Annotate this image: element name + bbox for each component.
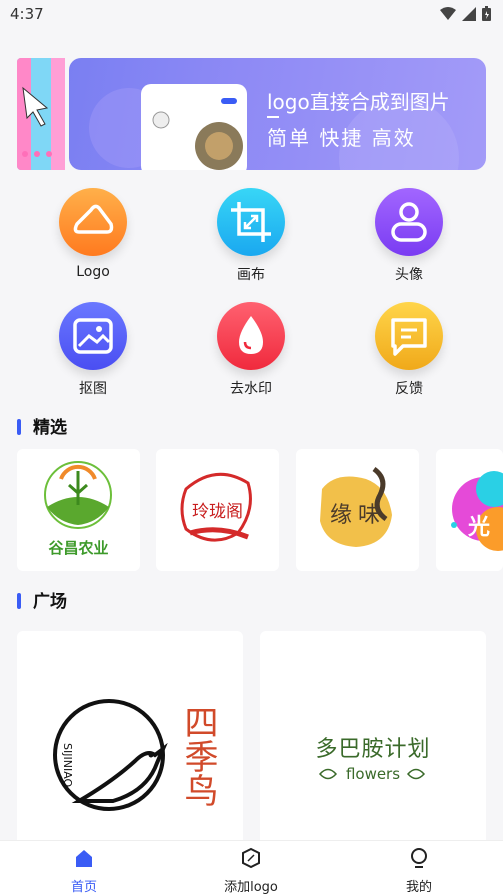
category-feedback[interactable]: 反馈 — [359, 302, 459, 398]
featured-section-title: 精选 — [17, 413, 67, 438]
category-label: 头像 — [395, 267, 423, 283]
featured-logo-card[interactable]: 谷昌农业 — [17, 449, 140, 571]
category-avatar[interactable]: 头像 — [359, 188, 459, 284]
tab-add-logo[interactable]: 添加logo — [201, 847, 301, 894]
featured-logo-name: 光 — [468, 515, 491, 540]
banner-subtitle: 简单 快捷 高效 — [267, 126, 416, 150]
image-icon — [73, 318, 113, 354]
featured-logo-card[interactable]: 光 — [436, 449, 503, 571]
plaza-logo-cn-name: 四季鸟 — [178, 705, 218, 807]
category-logo[interactable]: Logo — [43, 188, 143, 280]
bulb-icon — [411, 848, 427, 868]
tab-home[interactable]: 首页 — [34, 847, 134, 894]
plaza-logo-card[interactable]: SIJINIAO 四季鸟 — [17, 631, 243, 846]
category-remove-watermark[interactable]: 去水印 — [201, 302, 301, 398]
banner-title: logo直接合成到图片 — [267, 90, 450, 114]
plaza-logo-card[interactable]: 多巴胺计划 flowers — [260, 631, 486, 846]
category-label: 反馈 — [395, 381, 423, 397]
home-icon — [76, 850, 92, 867]
signal-icon — [462, 6, 476, 21]
featured-logo-name: 玲珑阁 — [192, 502, 243, 522]
leaf-icon — [406, 768, 426, 780]
banner-phone-illustration — [141, 84, 247, 170]
banner-prev-slide — [17, 58, 65, 170]
banner-slide: logo直接合成到图片 简单 快捷 高效 — [69, 58, 486, 170]
category-label: 画布 — [237, 267, 265, 283]
category-cutout[interactable]: 抠图 — [43, 302, 143, 398]
category-label: 去水印 — [230, 381, 272, 397]
status-time: 4:37 — [10, 5, 44, 23]
featured-logo-name: 缘味 — [329, 503, 386, 528]
tab-mine[interactable]: 我的 — [369, 847, 469, 894]
drop-icon — [239, 316, 263, 354]
category-label: Logo — [76, 264, 110, 280]
plaza-logo-cn-name: 多巴胺计划 — [315, 737, 431, 762]
crop-icon — [231, 202, 271, 242]
plaza-section-title: 广场 — [17, 587, 67, 612]
status-bar: 4:37 — [0, 0, 503, 28]
featured-logo-name: 谷昌农业 — [48, 539, 109, 557]
plaza-logo-en-name: flowers — [345, 765, 401, 783]
promo-banner[interactable]: logo直接合成到图片 简单 快捷 高效 — [17, 58, 486, 170]
wifi-icon — [440, 6, 456, 20]
category-label: 抠图 — [79, 381, 107, 397]
compass-icon — [242, 847, 260, 869]
user-icon — [391, 202, 427, 242]
featured-logo-card[interactable]: 缘味 — [296, 449, 419, 571]
bottom-tab-bar: 首页 添加logo 我的 — [0, 840, 503, 894]
category-canvas[interactable]: 画布 — [201, 188, 301, 284]
battery-icon — [482, 6, 491, 21]
plaza-logo-en-name: SIJINIAO — [61, 743, 74, 788]
featured-logo-card[interactable]: 玲珑阁 — [156, 449, 279, 571]
cloud-icon — [73, 204, 114, 234]
message-icon — [391, 318, 427, 356]
